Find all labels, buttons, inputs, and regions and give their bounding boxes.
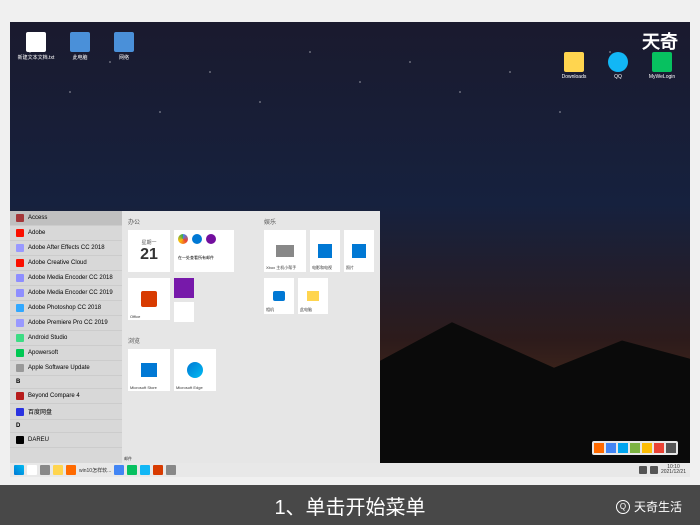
- tray-icon[interactable]: [654, 443, 664, 453]
- app-item-access[interactable]: Access: [10, 211, 122, 226]
- tb-app5[interactable]: [153, 465, 163, 475]
- tray-icon[interactable]: [618, 443, 628, 453]
- app-item-apower[interactable]: Apowersoft: [10, 346, 122, 361]
- tile-calendar[interactable]: 星期一 21: [128, 230, 170, 272]
- desktop-icon-mywe[interactable]: MyWeLogin: [646, 52, 678, 80]
- app-item-apple[interactable]: Apple Software Update: [10, 361, 122, 376]
- watermark-top: 天奇: [642, 28, 678, 54]
- desktop-icon-downloads[interactable]: Downloads: [558, 52, 590, 80]
- tile-photos[interactable]: 照片: [344, 230, 374, 272]
- tile-area: 办公 星期一 21 在一处查看所有邮件 邮件: [122, 211, 380, 463]
- edge-icon: [187, 362, 203, 378]
- tray-icon[interactable]: [666, 443, 676, 453]
- taskbar[interactable]: win10怎样软... 10:10 2021/12/21: [10, 463, 690, 477]
- tile-mail-group[interactable]: 在一处查看所有邮件 邮件: [174, 230, 234, 272]
- monitor-frame: 天奇 新建文本文档.txt 此电脑 网络 Downloads QQ MyWeLo…: [0, 0, 700, 525]
- tb-app2[interactable]: [114, 465, 124, 475]
- cloud-icon: [192, 234, 202, 244]
- tb-window-title[interactable]: win10怎样软...: [79, 467, 111, 474]
- app-item-cc[interactable]: Adobe Creative Cloud: [10, 256, 122, 271]
- folder-icon: [307, 291, 319, 301]
- desktop-icon-network[interactable]: 网络: [108, 32, 140, 61]
- app-item-pr[interactable]: Adobe Premiere Pro CC 2019: [10, 316, 122, 331]
- taskbar-clock[interactable]: 10:10 2021/12/21: [661, 465, 686, 476]
- tile-movies[interactable]: 电影和电视: [310, 230, 340, 272]
- tb-app6[interactable]: [166, 465, 176, 475]
- floating-systray[interactable]: [592, 441, 678, 455]
- watermark-logo-icon: Q: [616, 500, 630, 514]
- watermark-bottom: Q 天奇生活: [616, 498, 682, 515]
- section-productivity: 办公: [128, 217, 234, 226]
- app-item-adobe[interactable]: Adobe: [10, 226, 122, 241]
- desktop-icon-qq[interactable]: QQ: [602, 52, 634, 80]
- app-letter-b: B: [10, 376, 122, 389]
- tile-camera[interactable]: 相机: [264, 278, 294, 314]
- tile-store[interactable]: Microsoft Store: [128, 349, 170, 391]
- tray-net-icon[interactable]: [639, 466, 647, 474]
- desktop-screen: 天奇 新建文本文档.txt 此电脑 网络 Downloads QQ MyWeLo…: [10, 22, 690, 477]
- section-browse: 浏览: [128, 336, 374, 345]
- store-icon: [141, 363, 157, 377]
- tile-pictures[interactable]: 此电脑: [298, 278, 328, 314]
- tile-onenote[interactable]: [174, 278, 194, 298]
- start-button[interactable]: [14, 465, 24, 475]
- tile-office[interactable]: Office: [128, 278, 170, 320]
- tray-sogou-icon[interactable]: [594, 443, 604, 453]
- start-menu: Access Adobe Adobe After Effects CC 2018…: [10, 211, 380, 463]
- google-icon: [178, 234, 188, 244]
- tray-icon[interactable]: [606, 443, 616, 453]
- tile-edge[interactable]: Microsoft Edge: [174, 349, 216, 391]
- tray-icon[interactable]: [642, 443, 652, 453]
- camera-icon: [273, 291, 285, 301]
- app-item-dareu[interactable]: DAREU: [10, 433, 122, 448]
- taskview-button[interactable]: [40, 465, 50, 475]
- tile-xbox[interactable]: Xbox 主机小帮手: [264, 230, 306, 272]
- tb-app4[interactable]: [140, 465, 150, 475]
- app-list[interactable]: Access Adobe Adobe After Effects CC 2018…: [10, 211, 122, 463]
- desktop-icons-left: 新建文本文档.txt 此电脑 网络: [20, 32, 140, 61]
- instruction-caption: 1、单击开始菜单: [0, 485, 700, 525]
- app-item-ame18[interactable]: Adobe Media Encoder CC 2018: [10, 271, 122, 286]
- tb-explorer[interactable]: [53, 465, 63, 475]
- app-item-baidu[interactable]: 百度网盘: [10, 404, 122, 420]
- xbox-icon: [276, 245, 294, 257]
- app-item-ame19[interactable]: Adobe Media Encoder CC 2019: [10, 286, 122, 301]
- app-item-android[interactable]: Android Studio: [10, 331, 122, 346]
- tb-app[interactable]: [66, 465, 76, 475]
- office-icon: [141, 291, 157, 307]
- section-entertainment: 娱乐: [264, 217, 374, 226]
- app-item-beyond[interactable]: Beyond Compare 4: [10, 389, 122, 404]
- tray-icon[interactable]: [630, 443, 640, 453]
- tb-app3[interactable]: [127, 465, 137, 475]
- tile-small[interactable]: [174, 302, 194, 322]
- movies-icon: [318, 244, 332, 258]
- app-letter-d: D: [10, 420, 122, 433]
- desktop-icon-thispc[interactable]: 此电脑: [64, 32, 96, 61]
- app-item-ae[interactable]: Adobe After Effects CC 2018: [10, 241, 122, 256]
- app-item-ps[interactable]: Adobe Photoshop CC 2018: [10, 301, 122, 316]
- tray-vol-icon[interactable]: [650, 466, 658, 474]
- desktop-icons-right: Downloads QQ MyWeLogin: [558, 52, 678, 80]
- desktop-icon-textfile[interactable]: 新建文本文档.txt: [20, 32, 52, 61]
- search-button[interactable]: [27, 465, 37, 475]
- yahoo-icon: [206, 234, 216, 244]
- photos-icon: [352, 244, 366, 258]
